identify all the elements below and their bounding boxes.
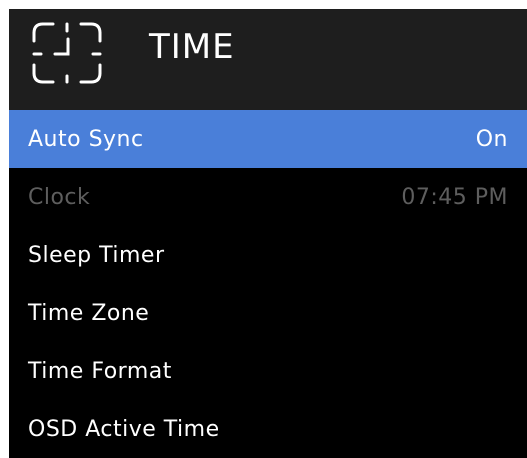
clock-icon [32, 22, 102, 84]
menu-item-label: OSD Active Time [28, 416, 220, 442]
menu-item-value: On [475, 126, 508, 152]
menu-item-label: Time Format [28, 358, 172, 384]
menu-item-label: Sleep Timer [28, 242, 165, 268]
page-title: TIME [149, 27, 235, 67]
menu-item-label: Clock [28, 184, 91, 210]
menu-item-time-zone[interactable]: Time Zone [9, 284, 527, 342]
time-menu-panel: TIME Auto Sync On Clock 07:45 PM Sleep T… [9, 9, 527, 458]
menu-header: TIME [9, 9, 527, 110]
menu-item-value: 07:45 PM [401, 184, 508, 210]
menu-item-auto-sync[interactable]: Auto Sync On [9, 110, 527, 168]
menu-item-time-format[interactable]: Time Format [9, 342, 527, 400]
time-settings-menu: Auto Sync On Clock 07:45 PM Sleep Timer … [9, 110, 527, 458]
menu-item-clock: Clock 07:45 PM [9, 168, 527, 226]
menu-item-sleep-timer[interactable]: Sleep Timer [9, 226, 527, 284]
menu-item-label: Auto Sync [28, 126, 144, 152]
menu-item-osd-active-time[interactable]: OSD Active Time [9, 400, 527, 458]
menu-item-label: Time Zone [28, 300, 150, 326]
